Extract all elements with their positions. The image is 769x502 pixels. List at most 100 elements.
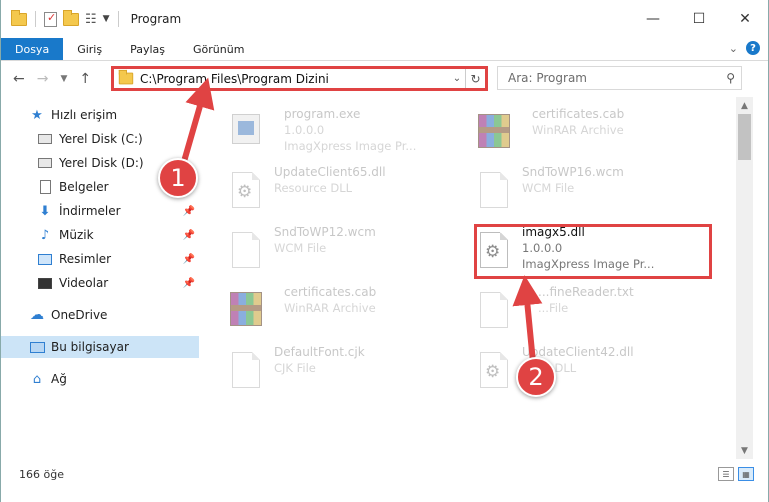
file-name: SndToWP16.wcm <box>522 165 624 179</box>
title-bar: ☷ ▼ Program — ☐ ✕ <box>1 0 768 38</box>
file-name: program.exe <box>284 107 361 121</box>
sidebar-item-local-disk-c[interactable]: Yerel Disk (C:) <box>37 128 199 150</box>
maximize-button[interactable]: ☐ <box>676 0 722 38</box>
expand-ribbon-icon[interactable]: ⌄ <box>729 42 738 55</box>
step-2-callout: 2 <box>516 357 556 397</box>
generic-file-icon <box>476 170 510 210</box>
close-button[interactable]: ✕ <box>722 0 768 38</box>
generic-file-icon <box>228 230 262 270</box>
back-arrow-icon[interactable]: ← <box>13 71 25 87</box>
file-item[interactable]: SndToWP12.wcm WCM File <box>206 222 446 280</box>
file-detail: Resource DLL <box>274 181 353 195</box>
sidebar-item-label: Resimler <box>59 252 112 266</box>
status-bar: 166 öğe ☰ ▦ <box>1 462 768 486</box>
file-item[interactable]: certificates.cab WinRAR Archive <box>206 282 446 340</box>
address-path[interactable]: C:\Program Files\Program Dizini <box>140 72 449 86</box>
sidebar-item-pictures[interactable]: Resimler 📌 <box>37 248 199 270</box>
search-icon[interactable]: ⚲ <box>726 71 735 85</box>
explorer-window: ☷ ▼ Program — ☐ ✕ Dosya Giriş Paylaş Gör… <box>0 0 769 502</box>
navigation-bar: ← → ▼ ↑ C:\Program Files\Program Dizini … <box>1 61 768 97</box>
file-item[interactable]: program.exe 1.0.0.0 ImagXpress Image Pr.… <box>206 104 446 162</box>
file-item[interactable]: ...fineReader.txt ...File <box>454 282 694 340</box>
music-icon: ♪ <box>40 227 50 243</box>
sidebar-item-label: Ağ <box>51 372 67 386</box>
sidebar-item-label: Belgeler <box>59 180 109 194</box>
sidebar-item-label: Müzik <box>59 228 94 242</box>
file-item[interactable]: DefaultFont.cjk CJK File <box>206 342 446 400</box>
navigation-pane: ★ Hızlı erişim Yerel Disk (C:) Yerel Dis… <box>1 100 204 460</box>
up-arrow-icon[interactable]: ↑ <box>79 71 91 87</box>
recent-locations-icon[interactable]: ▼ <box>60 74 67 84</box>
scroll-down-icon[interactable]: ▼ <box>736 442 753 459</box>
quick-access-toolbar: ☷ ▼ <box>11 9 121 27</box>
view-icon[interactable]: ☷ <box>85 12 97 27</box>
file-list: program.exe 1.0.0.0 ImagXpress Image Pr.… <box>206 100 736 456</box>
sidebar-item-label: Bu bilgisayar <box>51 340 129 354</box>
sidebar-item-onedrive[interactable]: ☁ OneDrive <box>29 304 199 326</box>
file-detail: 1.0.0.0 <box>284 123 325 137</box>
properties-icon[interactable] <box>44 11 57 27</box>
tab-home[interactable]: Giriş <box>63 38 116 60</box>
scroll-thumb[interactable] <box>738 114 751 160</box>
vertical-scrollbar[interactable]: ▲ ▼ <box>736 97 753 459</box>
winrar-archive-icon <box>476 112 510 152</box>
document-icon <box>37 179 53 195</box>
sidebar-item-music[interactable]: ♪ Müzik 📌 <box>37 224 199 246</box>
view-switcher: ☰ ▦ <box>718 467 754 481</box>
tab-share[interactable]: Paylaş <box>116 38 179 60</box>
ribbon-right: ⌄ ? <box>729 41 760 55</box>
file-detail: CJK File <box>274 361 316 375</box>
dll-file-icon: ⚙ <box>228 170 262 210</box>
file-item[interactable]: ⚙ UpdateClient65.dll Resource DLL <box>206 162 446 220</box>
sidebar-item-label: Yerel Disk (C:) <box>59 132 143 146</box>
cloud-icon: ☁ <box>30 307 44 323</box>
new-folder-icon[interactable] <box>63 9 79 26</box>
minimize-button[interactable]: — <box>630 0 676 38</box>
generic-file-icon <box>228 350 262 390</box>
sidebar-item-network[interactable]: ⌂ Ağ <box>29 368 199 390</box>
file-item[interactable]: ⚙ UpdateClient42.dll ...rce DLL <box>454 342 694 400</box>
tiles-view-icon[interactable]: ▦ <box>738 467 754 481</box>
address-bar[interactable]: C:\Program Files\Program Dizini ⌄ ↻ <box>111 66 488 91</box>
search-placeholder: Ara: Program <box>508 71 587 85</box>
details-view-icon[interactable]: ☰ <box>718 467 734 481</box>
disk-icon <box>37 131 53 147</box>
sidebar-item-downloads[interactable]: ⬇ İndirmeler 📌 <box>37 200 199 222</box>
pin-icon: 📌 <box>182 229 195 241</box>
step-1-callout: 1 <box>158 158 198 198</box>
file-detail: WinRAR Archive <box>284 301 376 315</box>
search-input[interactable]: Ara: Program ⚲ <box>497 66 742 90</box>
window-title: Program <box>130 12 182 26</box>
videos-icon <box>37 275 53 291</box>
scroll-up-icon[interactable]: ▲ <box>736 97 753 114</box>
address-dropdown-icon[interactable]: ⌄ <box>449 73 465 84</box>
tab-view[interactable]: Görünüm <box>179 38 258 60</box>
generic-file-icon <box>476 290 510 330</box>
file-item[interactable]: certificates.cab WinRAR Archive <box>454 104 694 162</box>
file-name: ...fineReader.txt <box>538 285 634 299</box>
folder-icon[interactable] <box>11 9 27 26</box>
file-name: DefaultFont.cjk <box>274 345 365 359</box>
file-name: certificates.cab <box>284 285 377 299</box>
pin-icon: 📌 <box>182 205 195 217</box>
sidebar-item-label: İndirmeler <box>59 204 121 218</box>
pin-icon: 📌 <box>182 253 195 265</box>
download-icon: ⬇ <box>39 203 51 219</box>
customize-toolbar-icon[interactable]: ▼ <box>103 14 110 24</box>
folder-icon <box>118 69 134 85</box>
sidebar-item-quick-access[interactable]: ★ Hızlı erişim <box>29 104 199 126</box>
file-detail: WCM File <box>274 241 327 255</box>
tab-file[interactable]: Dosya <box>1 38 64 60</box>
sidebar-item-this-pc[interactable]: Bu bilgisayar <box>1 336 199 358</box>
toolbar-separator <box>117 11 119 27</box>
help-icon[interactable]: ? <box>746 41 760 55</box>
file-name: UpdateClient65.dll <box>274 165 386 179</box>
computer-icon <box>29 339 45 355</box>
winrar-archive-icon <box>228 290 262 330</box>
forward-arrow-icon[interactable]: → <box>37 71 49 87</box>
file-name: SndToWP12.wcm <box>274 225 376 239</box>
refresh-icon[interactable]: ↻ <box>465 69 485 88</box>
dll-file-icon: ⚙ <box>476 350 510 390</box>
sidebar-item-videos[interactable]: Videolar 📌 <box>37 272 199 294</box>
file-item[interactable]: SndToWP16.wcm WCM File <box>454 162 694 220</box>
